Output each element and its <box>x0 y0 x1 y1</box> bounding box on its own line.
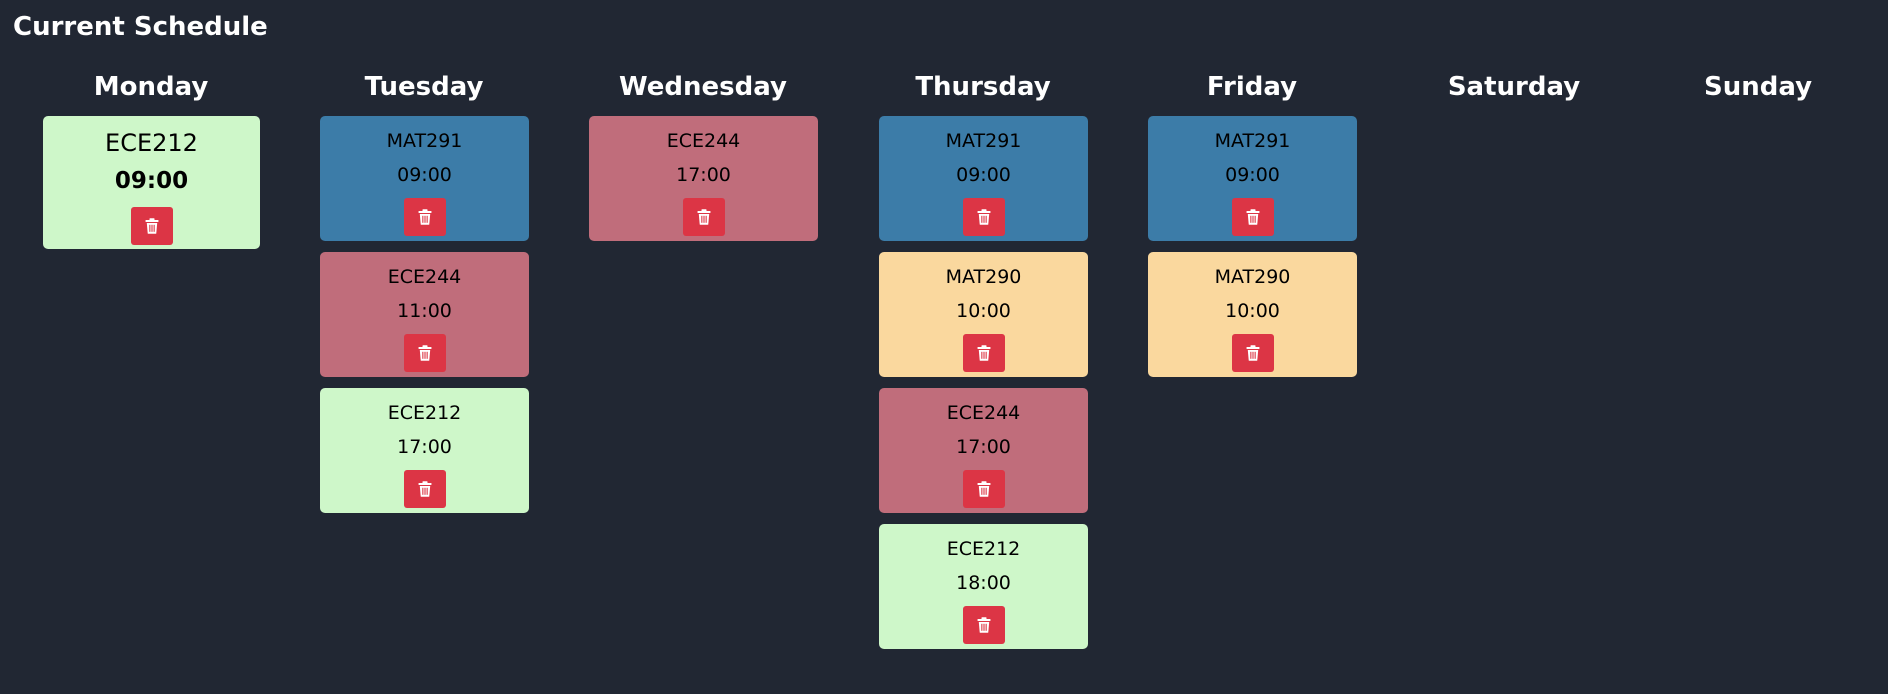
event-time: 10:00 <box>956 300 1011 322</box>
trash-icon <box>1246 209 1260 225</box>
event-card-mat290: MAT290 10:00 <box>879 252 1088 377</box>
trash-icon <box>977 209 991 225</box>
event-card-ece212: ECE212 18:00 <box>879 524 1088 649</box>
delete-event-button[interactable] <box>403 334 446 372</box>
delete-event-button[interactable] <box>962 334 1005 372</box>
delete-event-button[interactable] <box>962 606 1005 644</box>
trash-icon <box>418 481 432 497</box>
event-course-code: ECE244 <box>946 402 1021 424</box>
event-course-code: MAT291 <box>945 130 1022 152</box>
event-card-mat290: MAT290 10:00 <box>1148 252 1357 377</box>
event-course-code: ECE212 <box>946 538 1021 560</box>
event-card-ece212: ECE212 17:00 <box>320 388 529 513</box>
day-heading-monday: Monday <box>93 72 209 102</box>
event-time: 09:00 <box>956 164 1011 186</box>
event-course-code: MAT291 <box>1214 130 1291 152</box>
delete-event-button[interactable] <box>403 198 446 236</box>
event-time: 17:00 <box>956 436 1011 458</box>
event-course-code: ECE244 <box>387 266 462 288</box>
event-course-code: ECE212 <box>387 402 462 424</box>
event-time: 10:00 <box>1225 300 1280 322</box>
event-card-ece244: ECE244 17:00 <box>589 116 818 241</box>
event-card-ece244: ECE244 11:00 <box>320 252 529 377</box>
day-heading-sunday: Sunday <box>1703 72 1813 102</box>
delete-event-button[interactable] <box>130 207 173 245</box>
day-heading-saturday: Saturday <box>1447 72 1581 102</box>
event-course-code: ECE244 <box>666 130 741 152</box>
event-time: 09:00 <box>114 168 189 194</box>
event-time: 18:00 <box>956 572 1011 594</box>
event-card-ece212: ECE212 09:00 <box>43 116 260 249</box>
day-heading-tuesday: Tuesday <box>364 72 484 102</box>
event-card-mat291: MAT291 09:00 <box>879 116 1088 241</box>
event-time: 09:00 <box>1225 164 1280 186</box>
delete-event-button[interactable] <box>962 198 1005 236</box>
event-course-code: MAT290 <box>1214 266 1291 288</box>
trash-icon <box>977 617 991 633</box>
event-time: 17:00 <box>397 436 452 458</box>
event-card-mat291: MAT291 09:00 <box>320 116 529 241</box>
delete-event-button[interactable] <box>1231 198 1274 236</box>
trash-icon <box>145 218 159 234</box>
trash-icon <box>418 209 432 225</box>
event-time: 11:00 <box>397 300 452 322</box>
event-course-code: MAT291 <box>386 130 463 152</box>
delete-event-button[interactable] <box>1231 334 1274 372</box>
delete-event-button[interactable] <box>403 470 446 508</box>
delete-event-button[interactable] <box>682 198 725 236</box>
event-card-ece244: ECE244 17:00 <box>879 388 1088 513</box>
event-card-mat291: MAT291 09:00 <box>1148 116 1357 241</box>
event-time: 17:00 <box>676 164 731 186</box>
trash-icon <box>977 481 991 497</box>
day-heading-wednesday: Wednesday <box>619 72 787 102</box>
event-time: 09:00 <box>397 164 452 186</box>
page-title: Current Schedule <box>13 12 268 42</box>
day-heading-thursday: Thursday <box>915 72 1051 102</box>
event-course-code: ECE212 <box>105 129 198 157</box>
trash-icon <box>1246 345 1260 361</box>
trash-icon <box>977 345 991 361</box>
day-heading-friday: Friday <box>1206 72 1298 102</box>
delete-event-button[interactable] <box>962 470 1005 508</box>
trash-icon <box>697 209 711 225</box>
trash-icon <box>418 345 432 361</box>
event-course-code: MAT290 <box>945 266 1022 288</box>
